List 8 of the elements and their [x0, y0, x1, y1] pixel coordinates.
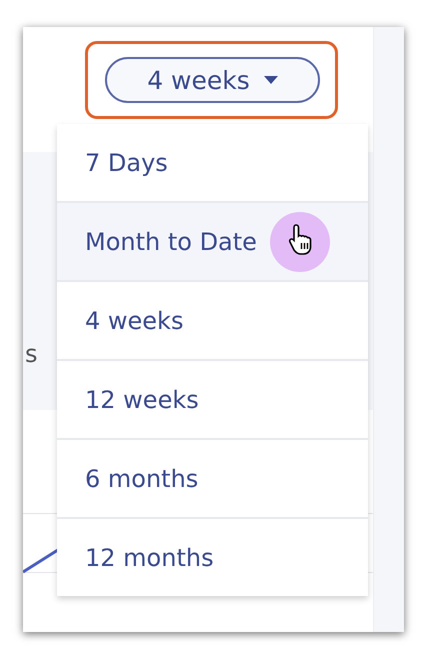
menu-item[interactable]: 12 weeks	[57, 361, 368, 440]
menu-item[interactable]: 4 weeks	[57, 282, 368, 361]
caret-icon	[264, 76, 278, 84]
menu-item[interactable]: Month to Date	[57, 203, 368, 282]
menu-item[interactable]: 6 months	[57, 440, 368, 519]
menu-item[interactable]: 12 months	[57, 519, 368, 596]
panel-text: s	[25, 340, 38, 368]
range-dropdown-button[interactable]: 4 weeks	[105, 57, 320, 103]
